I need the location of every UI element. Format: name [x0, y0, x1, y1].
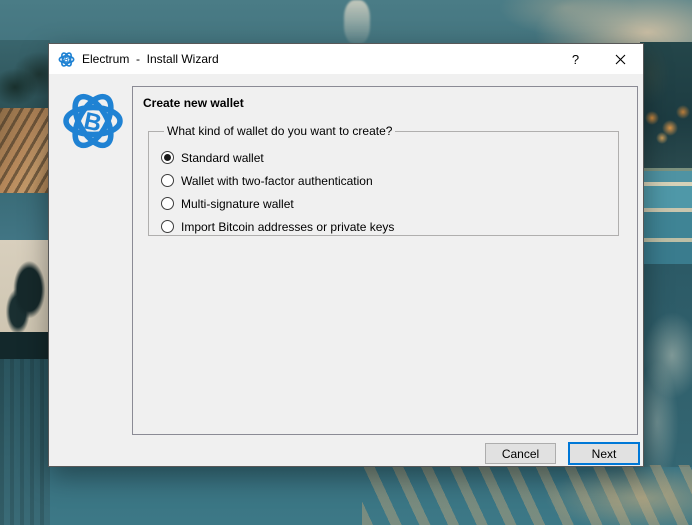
next-button[interactable]: Next — [568, 442, 640, 465]
window-titlebar[interactable]: B Electrum - Install Wizard ? — [49, 44, 643, 74]
wizard-heading: Create new wallet — [143, 96, 627, 110]
wallpaper-reflection-left — [0, 359, 50, 525]
radio-label: Wallet with two-factor authentication — [181, 174, 373, 188]
close-button[interactable] — [598, 44, 643, 74]
electrum-logo: B — [61, 89, 125, 153]
wallpaper-dark-bank — [0, 332, 50, 359]
radio-two-factor-wallet[interactable]: Wallet with two-factor authentication — [161, 169, 618, 192]
wallpaper-shoreline-right — [640, 168, 692, 264]
wallpaper-water-left — [0, 193, 50, 243]
help-icon: ? — [572, 52, 579, 67]
radio-label: Import Bitcoin addresses or private keys — [181, 220, 394, 234]
wizard-content-panel: Create new wallet What kind of wallet do… — [132, 86, 638, 435]
electrum-app-icon: B — [58, 51, 75, 68]
radio-button-icon[interactable] — [161, 174, 174, 187]
electrum-install-wizard-window: B Electrum - Install Wizard ? B — [48, 43, 644, 467]
radio-label: Multi-signature wallet — [181, 197, 294, 211]
wallpaper-water-right — [642, 264, 692, 467]
close-icon — [615, 54, 626, 65]
radio-multisig-wallet[interactable]: Multi-signature wallet — [161, 192, 618, 215]
wallet-kind-groupbox: What kind of wallet do you want to creat… — [148, 124, 619, 236]
groupbox-title: What kind of wallet do you want to creat… — [164, 124, 395, 138]
window-title: Electrum - Install Wizard — [82, 52, 219, 66]
radio-button-icon[interactable] — [161, 220, 174, 233]
desktop-wallpaper: B Electrum - Install Wizard ? B — [0, 0, 692, 525]
wallpaper-slope-left — [0, 108, 50, 196]
radio-standard-wallet[interactable]: Standard wallet — [161, 146, 618, 169]
wallpaper-tree-silhouette — [4, 250, 50, 338]
cancel-button[interactable]: Cancel — [485, 443, 556, 464]
radio-import-addresses[interactable]: Import Bitcoin addresses or private keys — [161, 215, 618, 238]
wallpaper-trees-left — [0, 40, 50, 116]
radio-button-icon[interactable] — [161, 151, 174, 164]
wallpaper-forest-right — [640, 42, 692, 170]
help-button[interactable]: ? — [553, 44, 598, 74]
wallpaper-waterfall — [344, 0, 370, 44]
radio-label: Standard wallet — [181, 151, 264, 165]
wallpaper-sandbar-bottom — [362, 465, 692, 525]
radio-button-icon[interactable] — [161, 197, 174, 210]
wallpaper-shore-left — [0, 240, 50, 334]
wizard-body: B Create new wallet What kind of wallet … — [49, 74, 643, 466]
